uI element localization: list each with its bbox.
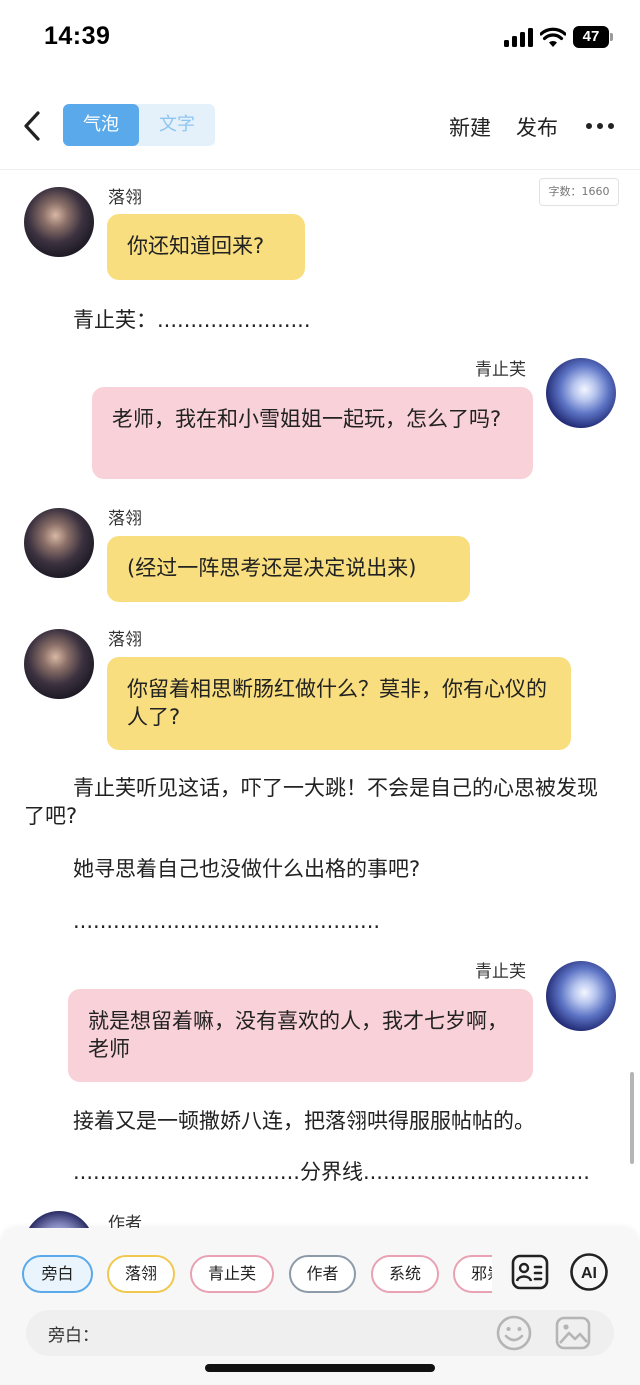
role-chip-xiesui[interactable]: 邪祟 [453, 1255, 492, 1293]
avatar-qingzhifu[interactable] [546, 961, 616, 1031]
role-chip-system[interactable]: 系统 [371, 1255, 439, 1293]
speaker-name: 落翎 [108, 509, 142, 529]
image-picker-icon[interactable] [553, 1313, 593, 1353]
message-bubble[interactable]: 老师，我在和小雪姐姐一起玩，怎么了吗? [92, 387, 533, 479]
avatar-luoling[interactable] [24, 629, 94, 699]
narration-text[interactable]: ........................................… [73, 907, 613, 935]
speaker-name: 青止芙 [475, 962, 526, 982]
speaker-name: 落翎 [108, 630, 142, 650]
role-chip-qingzhifu[interactable]: 青止芙 [190, 1255, 274, 1293]
ai-assistant-icon[interactable]: AI [569, 1252, 609, 1292]
role-selector: 旁白 落翎 青止芙 作者 系统 邪祟 [20, 1254, 492, 1294]
message-bubble[interactable]: 你还知道回来? [107, 214, 305, 280]
message-input[interactable]: 旁白： [26, 1310, 614, 1356]
publish-button[interactable]: 发布 [516, 112, 558, 142]
narration-text[interactable]: 接着又是一顿撒娇八连，把落翎哄得服服帖帖的。 [73, 1107, 613, 1135]
input-role-label: 旁白： [48, 1326, 99, 1346]
avatar-luoling[interactable] [24, 187, 94, 257]
word-count-badge: 字数：1660 [539, 178, 619, 206]
role-chip-author[interactable]: 作者 [289, 1255, 356, 1293]
editor-header: 气泡 文字 新建 发布 [0, 96, 640, 158]
ai-label: AI [581, 1265, 597, 1282]
narration-text[interactable]: 她寻思着自己也没做什么出格的事吧? [73, 855, 613, 883]
new-button[interactable]: 新建 [449, 112, 491, 142]
divider-line-text[interactable]: ..................................分界线...… [73, 1158, 613, 1186]
home-indicator [205, 1364, 435, 1372]
status-bar: 14:39 47 [0, 0, 640, 80]
role-chip-narration[interactable]: 旁白 [22, 1255, 93, 1293]
scrollbar[interactable] [630, 1072, 634, 1164]
tab-bubble-mode[interactable]: 气泡 [63, 104, 139, 146]
tab-text-mode[interactable]: 文字 [139, 104, 215, 146]
status-time: 14:39 [44, 22, 111, 50]
narration-text[interactable]: 青止芙：....................... [73, 306, 613, 334]
battery-icon: 47 [573, 26, 613, 48]
more-options-icon[interactable] [584, 112, 616, 138]
narration-text[interactable]: 青止芙听见这话，吓了一大跳！不会是自己的心思被发现了吧? [24, 774, 616, 830]
wifi-icon [540, 27, 566, 47]
speaker-name: 青止芙 [475, 360, 526, 380]
battery-level: 47 [582, 28, 600, 45]
speaker-name: 落翎 [108, 188, 142, 208]
message-bubble[interactable]: (经过一阵思考还是决定说出来) [107, 536, 470, 602]
avatar-luoling[interactable] [24, 508, 94, 578]
avatar-qingzhifu[interactable] [546, 358, 616, 428]
back-arrow-icon[interactable] [16, 106, 50, 146]
header-divider [0, 169, 640, 170]
message-bubble[interactable]: 就是想留着嘛，没有喜欢的人，我才七岁啊，老师 [68, 989, 533, 1082]
emoji-icon[interactable] [494, 1313, 534, 1353]
message-bubble[interactable]: 你留着相思断肠红做什么？莫非，你有心仪的人了? [107, 657, 571, 750]
role-card-icon[interactable] [510, 1252, 550, 1292]
cellular-signal-icon [504, 28, 534, 47]
mode-toggle: 气泡 文字 [63, 104, 215, 146]
role-chip-luoling[interactable]: 落翎 [107, 1255, 175, 1293]
